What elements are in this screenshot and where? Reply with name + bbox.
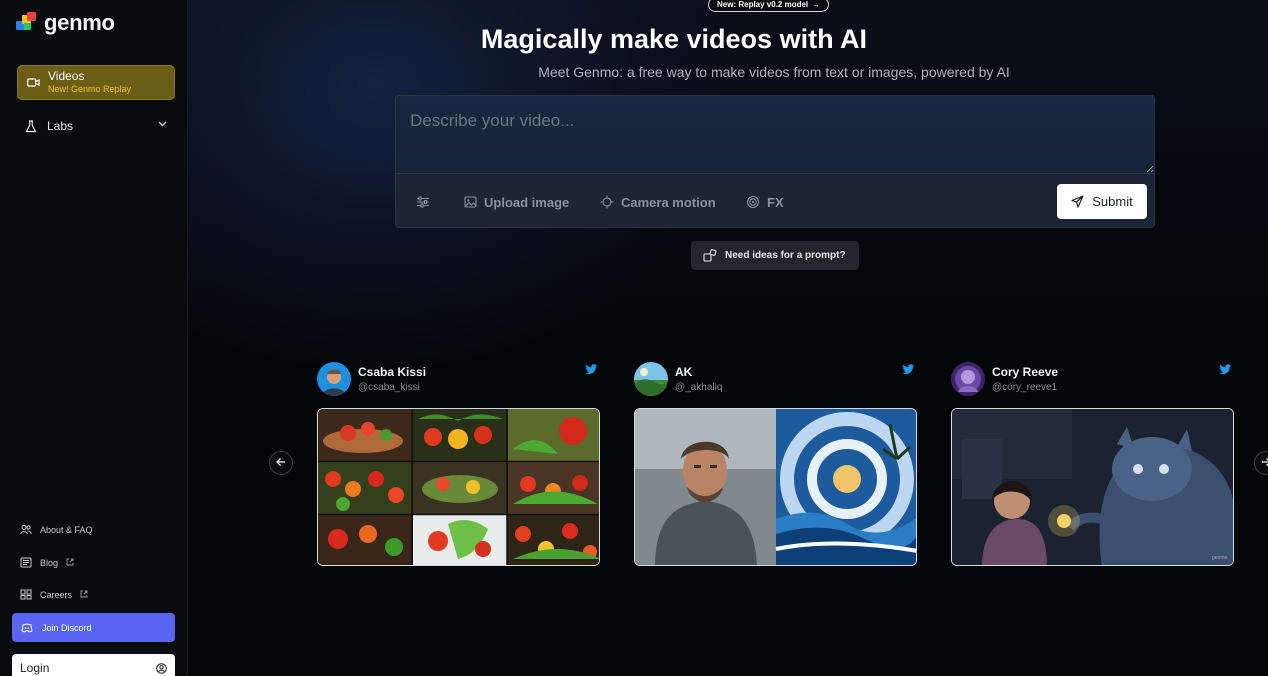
fx-label: FX bbox=[767, 194, 784, 210]
video-thumbnail[interactable] bbox=[317, 408, 600, 566]
about-faq-label: About & FAQ bbox=[40, 524, 93, 535]
newspaper-icon bbox=[20, 557, 32, 568]
camera-motion-button[interactable]: Camera motion bbox=[600, 195, 716, 210]
user-circle-icon bbox=[156, 662, 167, 674]
submit-label: Submit bbox=[1092, 194, 1133, 209]
sidebar-item-sublabel: New! Genmo Replay bbox=[48, 84, 132, 95]
grid-icon bbox=[20, 589, 32, 600]
announcement-label: New: Replay v0.2 model bbox=[717, 0, 809, 9]
image-icon bbox=[464, 196, 477, 208]
login-button[interactable]: Login bbox=[12, 654, 175, 676]
video-thumbnail[interactable]: genmo bbox=[951, 408, 1234, 566]
arrow-right-icon bbox=[1261, 456, 1268, 470]
prompt-input[interactable] bbox=[396, 96, 1154, 174]
upload-image-label: Upload image bbox=[484, 194, 570, 210]
prompt-ideas-label: Need ideas for a prompt? bbox=[725, 250, 846, 261]
join-discord-label: Join Discord bbox=[42, 622, 92, 633]
carousel-next-button[interactable] bbox=[1254, 451, 1268, 475]
prompt-ideas-button[interactable]: Need ideas for a prompt? bbox=[691, 241, 859, 270]
avatar bbox=[951, 362, 985, 396]
avatar bbox=[634, 362, 668, 396]
card-username: AK bbox=[675, 365, 693, 379]
about-faq-link[interactable]: About & FAQ bbox=[20, 524, 93, 535]
carousel-prev-button[interactable] bbox=[269, 451, 293, 475]
showcase-card[interactable]: Csaba Kissi @csaba_kissi bbox=[317, 360, 600, 566]
sidebar: genmo Videos New! Genmo Replay Labs Abou… bbox=[0, 0, 188, 676]
move-icon bbox=[600, 195, 614, 209]
twitter-icon[interactable] bbox=[585, 362, 598, 380]
arrow-left-icon bbox=[276, 456, 286, 470]
external-link-icon bbox=[66, 558, 74, 568]
card-handle: @cory_reeve1 bbox=[992, 382, 1058, 393]
external-link-icon bbox=[80, 590, 88, 600]
twitter-icon[interactable] bbox=[1219, 362, 1232, 380]
careers-link[interactable]: Careers bbox=[20, 589, 88, 600]
card-username: Csaba Kissi bbox=[358, 365, 427, 379]
avatar bbox=[317, 362, 351, 396]
careers-label: Careers bbox=[40, 589, 73, 600]
card-handle: @_akhaliq bbox=[675, 382, 723, 393]
sidebar-item-labs[interactable]: Labs bbox=[17, 114, 175, 138]
twitter-icon[interactable] bbox=[902, 362, 915, 380]
page-subtitle: Meet Genmo: a free way to make videos fr… bbox=[538, 64, 1010, 80]
shapes-icon bbox=[703, 249, 717, 262]
watermark: genmo bbox=[1212, 555, 1228, 561]
showcase-card[interactable]: Cory Reeve @cory_reeve1 genmo bbox=[951, 360, 1234, 566]
genmo-logo-icon bbox=[16, 12, 38, 34]
submit-button[interactable]: Submit bbox=[1057, 184, 1147, 219]
discord-icon bbox=[21, 623, 33, 633]
prompt-toolbar: Upload image Camera motion FX Submit bbox=[396, 177, 1154, 227]
login-label: Login bbox=[20, 661, 50, 675]
sidebar-item-videos[interactable]: Videos New! Genmo Replay bbox=[17, 65, 175, 100]
showcase-card[interactable]: AK @_akhaliq bbox=[634, 360, 917, 566]
fx-button[interactable]: FX bbox=[746, 195, 784, 210]
chevron-down-icon[interactable] bbox=[158, 119, 167, 130]
logo-text: genmo bbox=[44, 10, 115, 35]
video-camera-icon bbox=[27, 77, 40, 88]
prompt-box: Upload image Camera motion FX Submit bbox=[395, 95, 1155, 228]
card-username: Cory Reeve bbox=[992, 365, 1059, 379]
main-content: New: Replay v0.2 model → Magically make … bbox=[188, 0, 1268, 676]
page-title: Magically make videos with AI bbox=[480, 24, 868, 54]
arrow-right-icon: → bbox=[812, 0, 821, 9]
blog-label: Blog bbox=[40, 557, 59, 568]
flask-icon bbox=[25, 119, 37, 133]
logo[interactable]: genmo bbox=[16, 10, 115, 36]
card-handle: @csaba_kissi bbox=[358, 382, 420, 393]
people-icon bbox=[20, 524, 32, 535]
settings-sliders-button[interactable] bbox=[416, 196, 430, 208]
video-thumbnail[interactable] bbox=[634, 408, 917, 566]
announcement-pill[interactable]: New: Replay v0.2 model → bbox=[708, 0, 830, 12]
sliders-icon bbox=[416, 196, 430, 208]
camera-motion-label: Camera motion bbox=[621, 194, 716, 210]
send-icon bbox=[1071, 195, 1084, 208]
sidebar-item-label: Labs bbox=[47, 119, 74, 133]
spiral-icon bbox=[746, 195, 760, 209]
sidebar-item-label: Videos bbox=[48, 68, 85, 83]
upload-image-button[interactable]: Upload image bbox=[464, 195, 569, 210]
blog-link[interactable]: Blog bbox=[20, 557, 74, 568]
join-discord-button[interactable]: Join Discord bbox=[12, 613, 175, 642]
